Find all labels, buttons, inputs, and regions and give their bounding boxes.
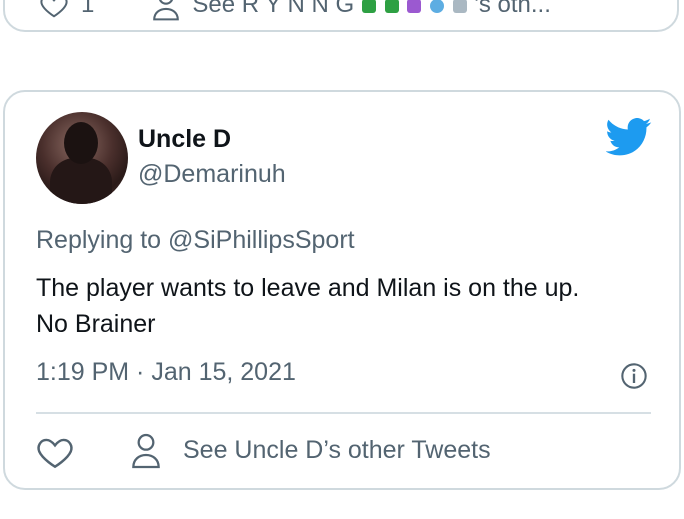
emoji-icon <box>384 0 399 13</box>
person-icon[interactable] <box>150 0 182 22</box>
previous-tweet-card: 1 See R Y N N G 's oth... <box>3 0 679 32</box>
emoji-icon <box>429 0 444 13</box>
twitter-logo-icon[interactable] <box>606 117 652 157</box>
person-icon[interactable] <box>130 432 162 470</box>
previous-like-count: 1 <box>81 0 95 18</box>
display-name[interactable]: Uncle D <box>138 125 231 154</box>
divider <box>36 412 651 414</box>
tweet-text-line: No Brainer <box>36 310 156 338</box>
previous-tweet-actions: 1 See R Y N N G 's oth... <box>37 0 551 22</box>
tweet-card[interactable]: Uncle D @Demarinuh Replying to @SiPhilli… <box>3 90 681 490</box>
previous-see-other-tweets[interactable]: See R Y N N G 's oth... <box>192 0 551 19</box>
avatar[interactable] <box>36 112 128 204</box>
heart-icon[interactable] <box>37 0 71 20</box>
info-icon[interactable] <box>620 362 648 390</box>
replying-to: Replying to @SiPhillipsSport <box>36 226 355 254</box>
tweet-timestamp[interactable]: 1:19 PM · Jan 15, 2021 <box>36 358 296 387</box>
see-other-tweets-link[interactable]: See Uncle D’s other Tweets <box>183 436 491 465</box>
tweet-text-line: The player wants to leave and Milan is o… <box>36 274 580 302</box>
heart-icon[interactable] <box>36 435 74 469</box>
emoji-icon <box>407 0 422 13</box>
emoji-icon <box>361 0 376 13</box>
mention-link[interactable]: @SiPhillipsSport <box>168 226 355 254</box>
emoji-icon <box>452 0 467 13</box>
tweet-text: The player wants to leave and Milan is o… <box>36 270 656 342</box>
user-handle[interactable]: @Demarinuh <box>138 160 286 189</box>
